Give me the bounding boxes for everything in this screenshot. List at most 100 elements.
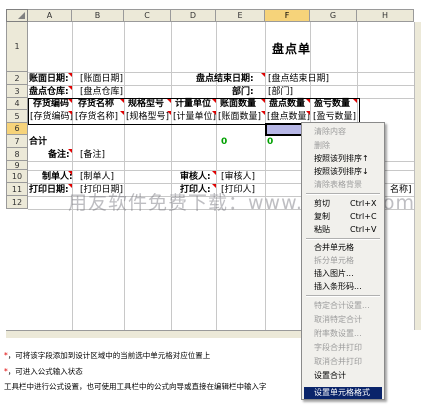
field-date[interactable]: [账面日期] [80,74,123,85]
menu-copy-label: 复制 [314,212,330,221]
label-dept: 部门: [232,87,254,97]
column-header-h[interactable]: H [357,9,414,22]
row-header-9[interactable]: 9 [6,161,28,170]
menu-delete[interactable]: 删除 [314,141,330,151]
header-book-qty: 账面数量 [220,99,257,109]
column-header-g[interactable]: G [310,9,357,22]
row-header-7[interactable]: 7 [6,135,28,148]
row-header-6[interactable]: 6 [6,123,28,135]
cell-marker [353,99,357,103]
menu-cancel-merge-print[interactable]: 取消合并打印 [314,357,362,367]
row-header-2[interactable]: 2 [6,72,28,85]
grid-line [216,22,217,330]
cell-marker [212,99,216,103]
help-note-3-text: 工具栏中进行公式设置，也可使用工具栏中的公式向导或直接在编辑栏中输入字 [4,382,267,391]
cell-marker [167,99,171,103]
cell-marker [68,86,72,90]
column-header-c[interactable]: C [124,9,171,22]
field-unit[interactable]: [计量单位] [173,112,216,123]
field-maker[interactable]: [制单人] [80,172,114,183]
menu-paste[interactable]: 粘贴 Ctrl+V [314,225,376,235]
column-header-e[interactable]: E [216,9,265,22]
sheet-tab-bar[interactable] [6,330,302,338]
cell-marker [68,73,72,77]
menu-insert-barcode[interactable]: 插入条形码... [314,282,362,292]
cell-marker [120,99,124,103]
menu-copy-shortcut: Ctrl+C [350,212,377,221]
row-header-11[interactable]: 11 [6,183,28,196]
field-dept[interactable]: [部门] [268,87,293,98]
header-count-qty: 盘点数量 [269,99,306,109]
field-warehouse[interactable]: [盘点仓库] [80,87,123,98]
label-warehouse: 盘点仓库: [29,87,69,97]
menu-clear-content[interactable]: 清除内容 [314,127,346,137]
menu-set-total[interactable]: 设置合计 [314,371,346,381]
header-code: 存货编码 [33,99,70,109]
field-spec[interactable]: [规格型号] [126,112,169,123]
label-print-date: 打印日期: [29,185,69,195]
menu-ratio-setting[interactable]: 附率数设置... [314,329,362,339]
label-remark: 备注: [48,150,70,160]
cell-marker [68,149,72,153]
header-diff-qty: 盈亏数量 [314,99,351,109]
column-header-f[interactable]: F [265,9,310,22]
field-auditor[interactable]: [审核人] [221,172,255,183]
cell-marker [306,99,310,103]
grid-line [28,72,414,73]
column-header-b[interactable]: B [72,9,124,22]
context-menu[interactable]: 清除内容 删除 按照该列排序↑ 按照该列排序↓ 清除表格背景 剪切 Ctrl+X … [301,122,385,400]
column-header-d[interactable]: D [171,9,216,22]
field-end-date[interactable]: [盘点结束日期] [268,74,329,85]
menu-merge-cells[interactable]: 合并单元格 [314,243,354,253]
menu-insert-image[interactable]: 插入图片... [314,269,354,279]
help-note-3: 工具栏中进行公式设置，也可使用工具栏中的公式向导或直接在编辑栏中输入字 [4,381,267,392]
menu-separator [306,193,380,195]
help-note-2: *，可进入公式输入状态 [4,366,83,377]
menu-paste-label: 粘贴 [314,225,330,234]
grid-line [28,85,414,86]
grid-line [171,22,172,330]
menu-clear-background[interactable]: 清除表格背景 [314,180,362,190]
header-spec: 规格型号 [128,99,165,109]
row-header-10[interactable]: 10 [6,170,28,183]
menu-cut-shortcut: Ctrl+X [350,199,377,208]
row-header-5[interactable]: 5 [6,110,28,123]
field-book-qty[interactable]: [账面数量] [218,112,261,123]
menu-merge-print[interactable]: 字段合并打印 [314,343,362,353]
menu-cut[interactable]: 剪切 Ctrl+X [314,199,376,209]
label-auditor: 审核人: [180,172,211,182]
cell-marker [68,99,72,103]
menu-sort-asc[interactable]: 按照该列排序↑ [314,154,369,164]
cell-marker [68,171,72,175]
menu-sort-desc[interactable]: 按照该列排序↓ [314,167,369,177]
label-total: 合计 [29,137,48,147]
column-header-a[interactable]: A [28,9,72,22]
cell-marker [212,111,216,115]
vertical-scrollbar[interactable] [414,22,421,330]
row-header-8[interactable]: 8 [6,148,28,161]
field-remark[interactable]: [备注] [80,150,105,161]
grid-line [265,22,266,330]
report-title: 盘点单 [272,42,312,56]
menu-cancel-special-total[interactable]: 取消特定合计 [314,315,362,325]
menu-special-total[interactable]: 特定合计设置... [314,301,370,311]
menu-cut-label: 剪切 [314,199,330,208]
menu-format-cells[interactable]: 设置单元格格式 [314,388,370,398]
cell-marker [167,111,171,115]
menu-paste-shortcut: Ctrl+V [350,225,377,234]
menu-split-cells[interactable]: 拆分单元格 [314,256,354,266]
field-code[interactable]: [存货编码] [30,112,73,123]
help-note-1: *，可将该字段添加到设计区域中的当前选中单元格对应位置上 [4,350,210,361]
cell-marker [306,111,310,115]
cell-marker [212,171,216,175]
menu-copy[interactable]: 复制 Ctrl+C [314,212,377,222]
row-header-12[interactable]: 12 [6,196,28,209]
cell-marker [68,111,72,115]
row-header-4[interactable]: 4 [6,98,28,110]
menu-separator [306,238,380,240]
field-name[interactable]: [存货名称] [75,112,118,123]
row-header-1[interactable]: 1 [6,22,28,72]
row-header-3[interactable]: 3 [6,85,28,98]
cell-marker [261,99,265,103]
select-all-corner[interactable] [6,9,28,22]
